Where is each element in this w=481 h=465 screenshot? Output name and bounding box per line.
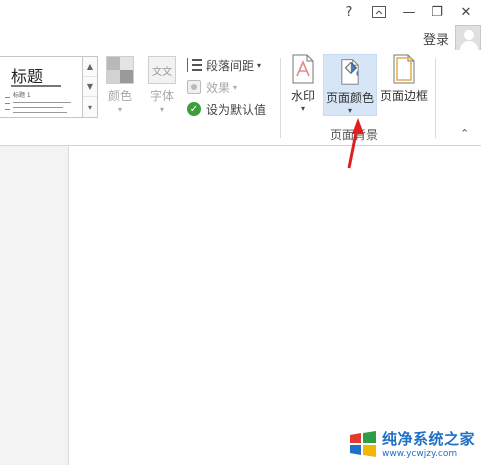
help-button[interactable]: ? (338, 2, 360, 22)
logo-pane (349, 432, 361, 443)
effects-icon (187, 80, 201, 94)
title-bar: ? — ❐ ✕ (0, 0, 481, 24)
gallery-bullet (5, 103, 10, 104)
color-swatch (107, 70, 120, 83)
group-divider (435, 58, 436, 138)
set-as-default-button[interactable]: ✓ 设为默认值 (186, 98, 266, 120)
colors-label: 颜色 (107, 89, 132, 103)
design-ribbon: 标题 标题 1 ▲ ▼ ▾ 颜色 ▾ 文文 字体 ▾ 段落间距 ▾ 效果 ▾ ✓… (0, 50, 481, 146)
group-divider (280, 58, 281, 138)
paragraph-spacing-button[interactable]: 段落间距 ▾ (186, 54, 266, 76)
paragraph-effects-group: 段落间距 ▾ 效果 ▾ ✓ 设为默认值 (186, 54, 266, 120)
page-color-button[interactable]: 页面颜色 ▾ (323, 54, 377, 116)
restore-button[interactable]: ❐ (426, 2, 448, 22)
gallery-underline (11, 85, 61, 87)
set-as-default-label: 设为默认值 (206, 102, 267, 117)
ribbon-display-options-button[interactable] (368, 2, 390, 22)
chevron-down-icon: ▾ (257, 60, 262, 70)
document-page[interactable] (68, 146, 481, 465)
watermark-icon (292, 54, 314, 84)
gallery-body-line (13, 107, 63, 108)
gallery-scroll-down-icon[interactable]: ▼ (83, 77, 97, 97)
watermark-brand: 纯净系统之家 (381, 430, 475, 448)
gallery-more-icon[interactable]: ▾ (83, 97, 97, 117)
chevron-down-icon: ▾ (347, 106, 352, 115)
color-swatch (120, 57, 133, 70)
fonts-label: 字体 (149, 89, 174, 103)
colors-button[interactable]: 颜色 ▾ (106, 56, 134, 114)
logo-pane (362, 430, 376, 443)
logo-pane (349, 444, 361, 455)
site-watermark: 纯净系统之家 www.ycwjzy.com (348, 428, 475, 459)
chevron-down-icon: ▾ (300, 104, 305, 113)
chevron-down-icon: ▾ (159, 105, 164, 114)
gallery-scroll-up-icon[interactable]: ▲ (83, 57, 97, 77)
page-borders-button[interactable]: 页面边框 (378, 54, 430, 116)
logo-pane (362, 444, 376, 457)
collapse-ribbon-icon[interactable]: ⌃ (460, 127, 469, 140)
close-button[interactable]: ✕ (455, 2, 477, 22)
minimize-button[interactable]: — (398, 2, 420, 22)
checkmark-icon: ✓ (187, 102, 201, 116)
account-area: 登录 (423, 24, 481, 52)
effects-button[interactable]: 效果 ▾ (186, 76, 266, 98)
watermark-label: 水印 (290, 89, 315, 103)
color-swatch (107, 57, 120, 70)
page-borders-label: 页面边框 (379, 89, 428, 103)
avatar[interactable] (455, 25, 481, 51)
document-area (0, 146, 481, 465)
sign-in-link[interactable]: 登录 (423, 29, 449, 48)
gallery-heading-sample: 标题 1 (13, 92, 31, 99)
paragraph-spacing-icon (186, 57, 202, 73)
gallery-scrollbar[interactable]: ▲ ▼ ▾ (82, 56, 98, 118)
gallery-bullet (5, 109, 10, 110)
fonts-icon: 文文 (148, 56, 176, 84)
paragraph-spacing-label: 段落间距 (206, 58, 255, 73)
effects-icon-wrap (186, 79, 202, 95)
ribbon-display-icon (372, 6, 386, 18)
watermark-url: www.ycwjzy.com (381, 449, 458, 459)
avatar-head (464, 30, 474, 40)
page-color-label: 页面颜色 (325, 91, 374, 105)
page-background-group-label: 页面背景 (330, 128, 379, 142)
gallery-body-line (13, 112, 67, 113)
colors-icon (106, 56, 134, 84)
color-swatch (120, 70, 133, 83)
gallery-title-sample: 标题 (11, 67, 44, 86)
gallery-bullet (5, 97, 10, 98)
chevron-down-icon: ▾ (117, 105, 122, 114)
chevron-down-icon: ▾ (233, 82, 238, 92)
gallery-body-line (13, 102, 71, 103)
page-color-icon (341, 59, 359, 85)
page-borders-icon (393, 54, 415, 84)
checkmark-icon-wrap: ✓ (186, 101, 202, 117)
windows-logo-icon (348, 429, 378, 459)
fonts-button[interactable]: 文文 字体 ▾ (148, 56, 176, 114)
effects-label: 效果 (206, 80, 231, 95)
watermark-button[interactable]: 水印 ▾ (286, 54, 320, 116)
